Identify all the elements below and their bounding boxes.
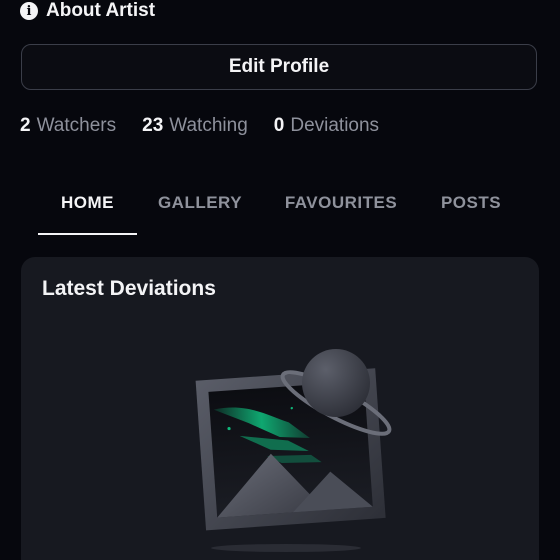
stat-label: Deviations [290, 115, 380, 136]
stat-watchers[interactable]: 2 Watchers [20, 115, 116, 137]
about-artist-heading[interactable]: i About Artist [20, 0, 155, 22]
stat-count: 23 [142, 115, 164, 136]
stat-count: 0 [273, 115, 285, 136]
profile-page: i About Artist Edit Profile 2 Watchers 23… [0, 0, 560, 560]
stat-watching[interactable]: 23 Watching [142, 115, 248, 137]
latest-deviations-card: Latest Deviations [21, 257, 539, 560]
profile-stats: 2 Watchers 23 Watching 0 Deviations [20, 115, 379, 137]
tab-posts[interactable]: POSTS [430, 186, 512, 236]
about-artist-label: About Artist [46, 0, 156, 21]
edit-profile-button[interactable]: Edit Profile [21, 44, 537, 90]
stat-count: 2 [20, 115, 31, 136]
tab-gallery[interactable]: GALLERY [150, 186, 250, 236]
latest-deviations-title: Latest Deviations [42, 277, 216, 300]
tab-favourites[interactable]: FAVOURITES [272, 186, 410, 236]
stat-label: Watchers [36, 115, 117, 136]
info-icon: i [20, 2, 38, 20]
active-tab-indicator [38, 233, 137, 235]
profile-tabs: HOME GALLERY FAVOURITES POSTS [0, 186, 560, 238]
stat-deviations[interactable]: 0 Deviations [274, 115, 379, 137]
empty-gallery-illustration [195, 349, 392, 552]
tab-home[interactable]: HOME [38, 186, 137, 236]
stat-label: Watching [169, 115, 248, 136]
